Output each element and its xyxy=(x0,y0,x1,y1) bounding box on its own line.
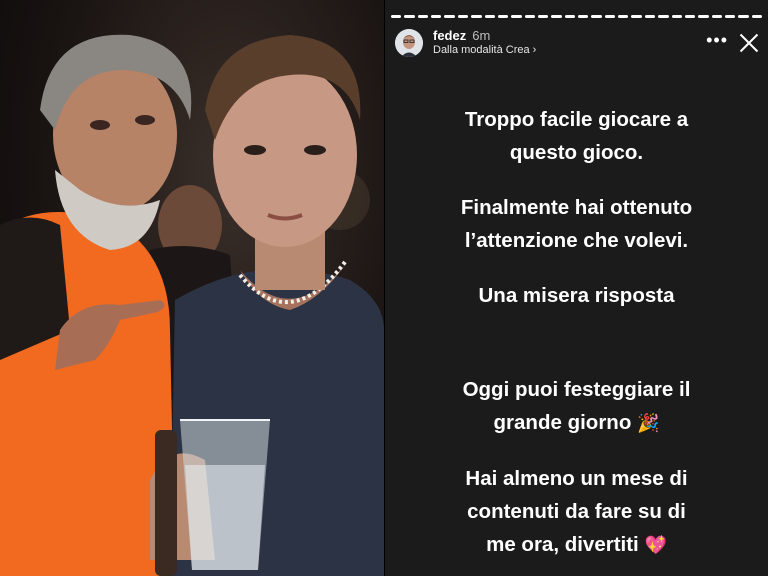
story-header: fedez 6m Dalla modalità Crea › ••• xyxy=(395,26,760,60)
story-meta: fedez 6m Dalla modalità Crea › xyxy=(433,28,536,58)
progress-segment xyxy=(658,15,669,18)
progress-segment xyxy=(738,15,749,18)
time-ago: 6m xyxy=(472,28,491,43)
sparkling-heart-icon: 💖 xyxy=(644,535,667,555)
progress-segment xyxy=(578,15,589,18)
story-line: grande giorno xyxy=(493,411,632,434)
avatar-portrait xyxy=(395,29,423,57)
story-line: Finalmente hai ottenuto xyxy=(460,196,693,219)
ellipsis-icon[interactable]: ••• xyxy=(706,31,728,51)
story-line: Troppo facile giocare a xyxy=(464,108,689,131)
progress-segment xyxy=(444,15,455,18)
progress-segment xyxy=(484,15,495,18)
story-source: Dalla modalità Crea xyxy=(433,44,530,56)
progress-segment xyxy=(511,15,522,18)
progress-segment xyxy=(604,15,616,18)
story-line: questo gioco. xyxy=(509,141,644,164)
story-paragraph: Una misera risposta xyxy=(385,279,768,312)
story-line: Oggi puoi festeggiare il xyxy=(462,378,691,401)
progress-segment xyxy=(417,15,429,18)
progress-segment xyxy=(471,15,482,18)
progress-segment xyxy=(618,15,629,18)
avatar[interactable] xyxy=(395,29,423,57)
close-icon[interactable] xyxy=(738,32,760,54)
photo-panel xyxy=(0,0,384,576)
story-paragraph: Hai almeno un mese di contenuti da fare … xyxy=(385,462,768,562)
story-line: Una misera risposta xyxy=(478,284,675,307)
progress-segment xyxy=(631,15,642,18)
progress-segment xyxy=(564,15,576,18)
story-line: l’attenzione che volevi. xyxy=(464,229,689,252)
progress-segment xyxy=(698,15,709,18)
progress-segment xyxy=(431,15,442,18)
story-paragraph: Oggi puoi festeggiare il grande giorno 🎉 xyxy=(385,373,768,440)
progress-segment xyxy=(391,15,402,18)
progress-segment xyxy=(671,15,682,18)
username[interactable]: fedez xyxy=(433,28,466,43)
progress-segment xyxy=(537,15,549,18)
progress-segment xyxy=(724,15,736,18)
story-source-link[interactable]: Dalla modalità Crea › xyxy=(433,43,536,58)
progress-segment xyxy=(551,15,562,18)
progress-segment xyxy=(644,15,656,18)
story-paragraph: Troppo facile giocare a questo gioco. xyxy=(385,103,768,169)
progress-segment xyxy=(457,15,469,18)
story-panel[interactable]: fedez 6m Dalla modalità Crea › ••• Troppo … xyxy=(385,0,768,576)
story-line: me ora, divertiti xyxy=(486,533,639,556)
story-paragraph: Finalmente hai ottenuto l’attenzione che… xyxy=(385,191,768,257)
progress-segment xyxy=(404,15,415,18)
story-progress-bar xyxy=(391,15,763,18)
progress-segment xyxy=(711,15,722,18)
party-popper-icon: 🎉 xyxy=(637,413,660,433)
progress-segment xyxy=(591,15,602,18)
progress-segment xyxy=(524,15,535,18)
photo-illustration xyxy=(0,34,384,576)
progress-segment xyxy=(684,15,696,18)
story-line: contenuti da fare su di xyxy=(467,500,686,523)
story-line: Hai almeno un mese di xyxy=(465,467,688,490)
story-text: Troppo facile giocare a questo gioco. Fi… xyxy=(385,103,768,576)
chevron-right-icon: › xyxy=(532,44,537,56)
progress-segment xyxy=(497,15,509,18)
progress-segment xyxy=(751,15,763,18)
